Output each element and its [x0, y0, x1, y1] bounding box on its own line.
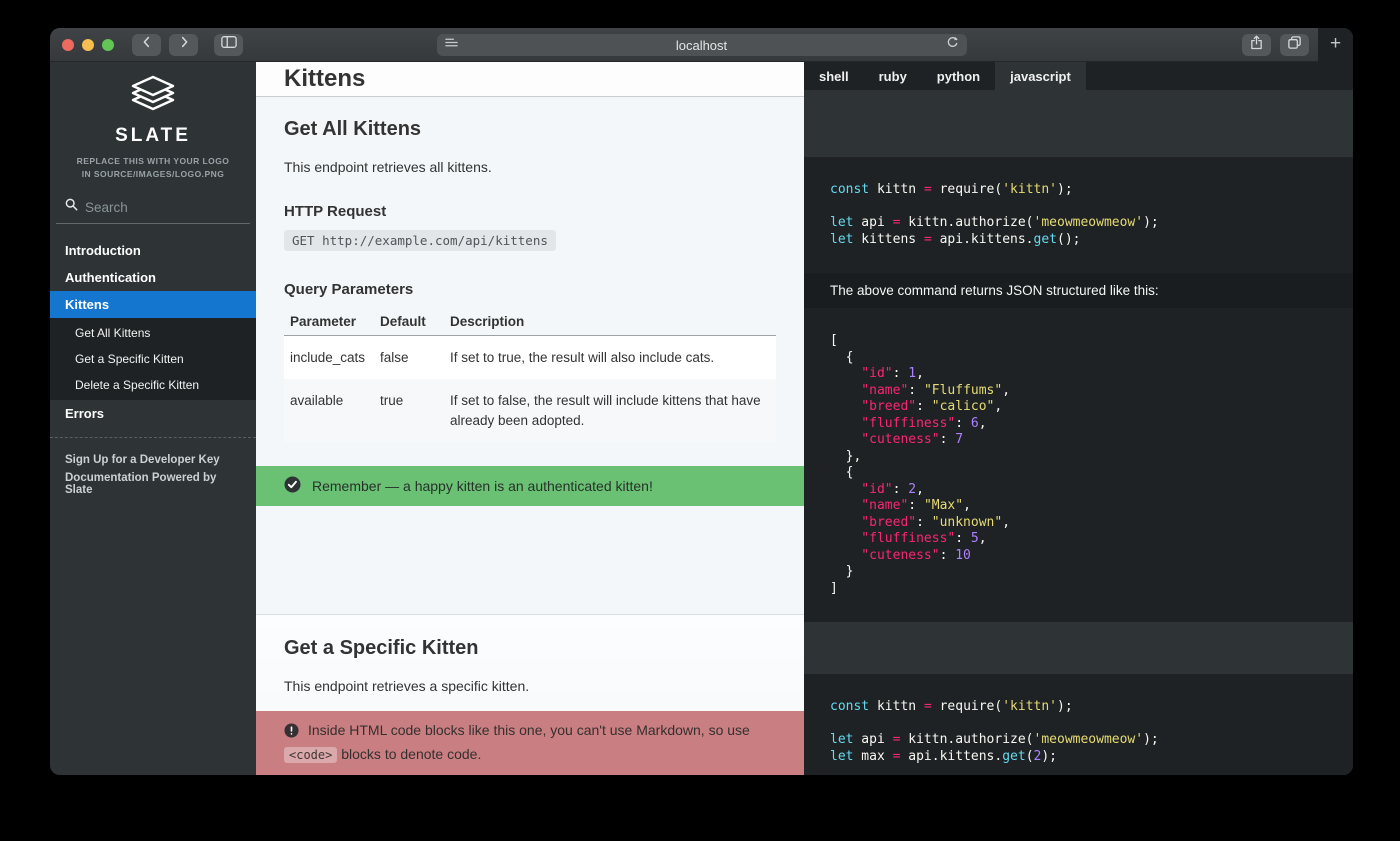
- sidebar-item-errors[interactable]: Errors: [50, 400, 256, 427]
- tabs-overview-icon: [1287, 35, 1302, 55]
- cell-description: If set to false, the result will include…: [444, 379, 776, 442]
- sidebar-subitem-delete-specific-kitten[interactable]: Delete a Specific Kitten: [50, 372, 256, 398]
- sidebar-item-authentication[interactable]: Authentication: [50, 264, 256, 291]
- logo: SLATE REPLACE THIS WITH YOUR LOGO IN SOU…: [50, 62, 256, 181]
- slate-logo-icon: [128, 102, 178, 119]
- minimize-button[interactable]: [82, 39, 94, 51]
- get-specific-kitten-description: This endpoint retrieves a specific kitte…: [256, 678, 804, 694]
- brand-name: SLATE: [50, 125, 256, 147]
- code-annotation: The above command returns JSON structure…: [804, 273, 1353, 308]
- sidebar-subnav: Get All Kittens Get a Specific Kitten De…: [50, 318, 256, 400]
- chevron-right-icon: [177, 35, 191, 54]
- sidebar-item-introduction[interactable]: Introduction: [50, 237, 256, 264]
- reload-icon[interactable]: [946, 36, 959, 54]
- success-callout-text: Remember — a happy kitten is an authenti…: [312, 478, 653, 494]
- logo-tagline: REPLACE THIS WITH YOUR LOGO IN SOURCE/IM…: [50, 155, 256, 181]
- sidebar-toggle-button[interactable]: [214, 34, 243, 56]
- window-controls: [62, 39, 114, 51]
- examples-spacer: [804, 90, 1353, 157]
- cell-default: true: [374, 379, 444, 442]
- http-request-code: GET http://example.com/api/kittens: [284, 230, 556, 251]
- plus-icon: +: [1330, 33, 1341, 55]
- chevron-left-icon: [140, 35, 154, 54]
- cell-parameter: available: [284, 379, 374, 442]
- cell-default: false: [374, 335, 444, 379]
- new-tab-button[interactable]: +: [1318, 28, 1353, 62]
- table-header-row: Parameter Default Description: [284, 308, 776, 336]
- code-block-json-response: [ { "id": 1, "name": "Fluffums", "breed"…: [804, 308, 1353, 622]
- forward-button[interactable]: [169, 34, 198, 56]
- doc-content: Kittens Get All Kittens This endpoint re…: [256, 62, 804, 775]
- query-parameters-heading: Query Parameters: [256, 281, 804, 298]
- warning-callout: Inside HTML code blocks like this one, y…: [256, 711, 804, 775]
- tab-python[interactable]: python: [922, 62, 995, 90]
- signup-developer-key-link[interactable]: Sign Up for a Developer Key: [50, 451, 256, 469]
- query-parameters-table: Parameter Default Description include_ca…: [284, 308, 776, 443]
- table-row: include_cats false If set to true, the r…: [284, 335, 776, 379]
- check-circle-icon: [284, 476, 301, 496]
- http-request-heading: HTTP Request: [256, 203, 804, 220]
- tab-ruby[interactable]: ruby: [864, 62, 922, 90]
- titlebar-right-buttons: [1242, 34, 1309, 56]
- exclamation-circle-icon: [284, 723, 299, 744]
- tab-overview-button[interactable]: [1280, 34, 1309, 56]
- zoom-button[interactable]: [102, 39, 114, 51]
- warning-inline-code: <code>: [284, 747, 337, 763]
- col-header-default: Default: [374, 308, 444, 336]
- reader-icon[interactable]: [445, 36, 458, 54]
- col-header-parameter: Parameter: [284, 308, 374, 336]
- browser-window: localhost +: [50, 28, 1353, 775]
- page-body: SLATE REPLACE THIS WITH YOUR LOGO IN SOU…: [50, 62, 1353, 775]
- warning-text-after: blocks to denote code.: [337, 746, 481, 762]
- section-get-all-kittens: Get All Kittens This endpoint retrieves …: [256, 97, 804, 614]
- tab-javascript[interactable]: javascript: [995, 62, 1086, 90]
- sidebar-subitem-get-specific-kitten[interactable]: Get a Specific Kitten: [50, 346, 256, 372]
- sidebar-nav: Introduction Authentication Kittens Get …: [50, 237, 256, 427]
- get-specific-kitten-heading: Get a Specific Kitten: [256, 637, 804, 660]
- url-text[interactable]: localhost: [458, 38, 946, 53]
- examples-spacer: [804, 622, 1353, 674]
- sidebar-divider: [50, 437, 256, 438]
- query-parameters-table-wrap: Parameter Default Description include_ca…: [256, 308, 804, 443]
- cell-parameter: include_cats: [284, 335, 374, 379]
- section-get-specific-kitten: Get a Specific Kitten This endpoint retr…: [256, 614, 804, 711]
- address-bar[interactable]: localhost: [437, 34, 967, 56]
- get-all-kittens-heading: Get All Kittens: [256, 118, 804, 141]
- success-callout: Remember — a happy kitten is an authenti…: [256, 466, 804, 506]
- sidebar-panel-icon: [221, 35, 237, 54]
- get-all-kittens-description: This endpoint retrieves all kittens.: [256, 159, 804, 175]
- sidebar-subitem-get-all-kittens[interactable]: Get All Kittens: [50, 320, 256, 346]
- code-block-get-specific-kitten: const kittn = require('kittn'); let api …: [804, 674, 1353, 775]
- cell-description: If set to true, the result will also inc…: [444, 335, 776, 379]
- sidebar-item-kittens[interactable]: Kittens: [50, 291, 256, 318]
- page-title: Kittens: [256, 62, 804, 97]
- http-request-row: GET http://example.com/api/kittens: [256, 230, 804, 251]
- share-button[interactable]: [1242, 34, 1271, 56]
- code-examples-panel: shell ruby python javascript const kittn…: [804, 62, 1353, 775]
- warning-text-before: Inside HTML code blocks like this one, y…: [308, 722, 750, 738]
- language-tabbar: shell ruby python javascript: [804, 62, 1353, 90]
- powered-by-slate-link[interactable]: Documentation Powered by Slate: [50, 469, 256, 499]
- code-block-get-all-kittens: const kittn = require('kittn'); let api …: [804, 157, 1353, 273]
- sidebar: SLATE REPLACE THIS WITH YOUR LOGO IN SOU…: [50, 62, 256, 775]
- search-box[interactable]: [56, 198, 250, 224]
- table-row: available true If set to false, the resu…: [284, 379, 776, 442]
- titlebar: localhost +: [50, 28, 1353, 62]
- close-button[interactable]: [62, 39, 74, 51]
- search-input[interactable]: [85, 200, 225, 215]
- col-header-description: Description: [444, 308, 776, 336]
- tab-shell[interactable]: shell: [804, 62, 864, 90]
- back-button[interactable]: [132, 34, 161, 56]
- share-icon: [1250, 35, 1263, 55]
- search-icon: [65, 198, 78, 216]
